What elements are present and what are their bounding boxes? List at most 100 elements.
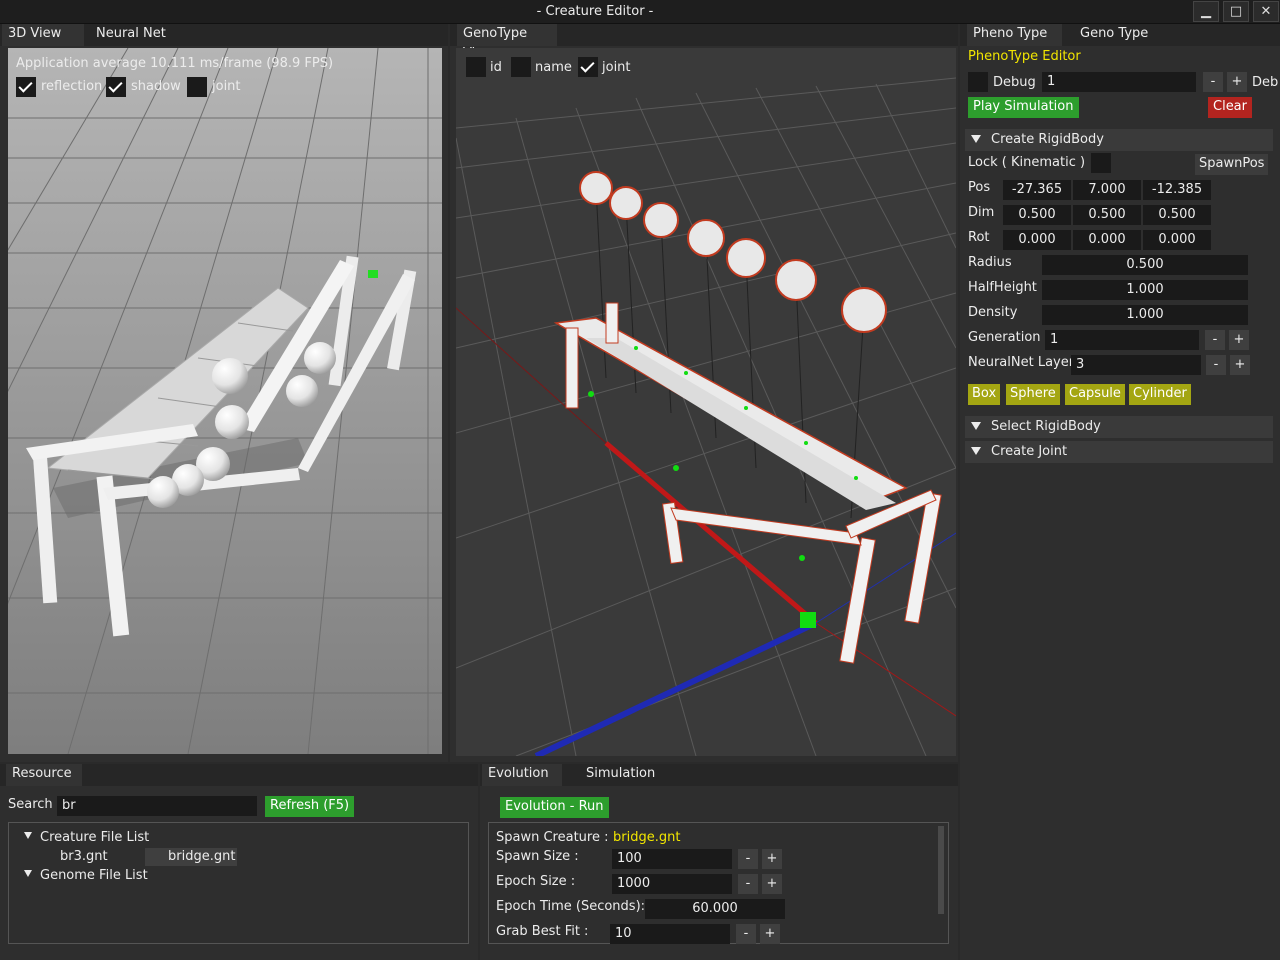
pos-z-input[interactable]: -12.385 xyxy=(1143,180,1211,200)
title-bar: - Creature Editor - ▁ □ ✕ xyxy=(0,0,1280,24)
close-button[interactable]: ✕ xyxy=(1253,1,1279,22)
tab-genotype-view[interactable]: GenoType View xyxy=(457,24,557,61)
rot-y-input[interactable]: 0.000 xyxy=(1073,230,1141,250)
genotype-spheres xyxy=(579,171,887,333)
spawn-size-decrement[interactable]: - xyxy=(738,849,758,869)
generation-increment[interactable]: + xyxy=(1229,330,1249,350)
view3d-panel: 3D View Neural Net Application average 1… xyxy=(0,24,448,762)
search-input[interactable]: br xyxy=(57,796,257,816)
neuralnet-layer-input[interactable]: 3 xyxy=(1071,355,1201,375)
expand-arrow-icon xyxy=(24,870,32,877)
collapse-arrow-icon xyxy=(971,134,981,143)
grab-best-fit-input[interactable]: 10 xyxy=(610,924,730,944)
expand-arrow-icon xyxy=(24,832,32,839)
file-item-bridge[interactable]: bridge.gnt xyxy=(145,848,237,866)
name-checkbox[interactable] xyxy=(511,57,531,77)
debug-decrement[interactable]: - xyxy=(1203,72,1223,92)
fps-text: Application average 10.111 ms/frame (98.… xyxy=(16,56,334,71)
create-rigidbody-header[interactable]: Create RigidBody xyxy=(965,129,1273,151)
pos-y-input[interactable]: 7.000 xyxy=(1073,180,1141,200)
genotype-joint-checkbox[interactable] xyxy=(578,57,598,77)
epoch-size-increment[interactable]: + xyxy=(762,874,782,894)
joint-checkbox[interactable] xyxy=(187,77,207,97)
debug-input[interactable]: 1 xyxy=(1042,72,1196,92)
density-label: Density xyxy=(968,305,1018,320)
minimize-button[interactable]: ▁ xyxy=(1193,1,1219,22)
box-button[interactable]: Box xyxy=(968,384,1001,405)
grab-best-fit-label: Grab Best Fit : xyxy=(496,924,589,939)
epoch-size-input[interactable]: 1000 xyxy=(612,874,732,894)
rot-label: Rot xyxy=(968,230,990,245)
window-title: - Creature Editor - xyxy=(536,4,654,19)
tab-simulation[interactable]: Simulation xyxy=(580,764,666,786)
dim-y-input[interactable]: 0.500 xyxy=(1073,205,1141,225)
generation-input[interactable]: 1 xyxy=(1045,330,1199,350)
phenotype-editor-heading: PhenoType Editor xyxy=(968,49,1081,64)
spawn-size-input[interactable]: 100 xyxy=(612,849,732,869)
grab-best-fit-decrement[interactable]: - xyxy=(736,924,756,944)
pos-x-input[interactable]: -27.365 xyxy=(1003,180,1071,200)
lock-kinematic-checkbox[interactable] xyxy=(1091,153,1111,173)
debug-increment[interactable]: + xyxy=(1227,72,1247,92)
origin-marker xyxy=(800,612,816,628)
select-rigidbody-header[interactable]: Select RigidBody xyxy=(965,416,1273,438)
tab-geno-type[interactable]: Geno Type xyxy=(1074,24,1169,46)
rot-z-input[interactable]: 0.000 xyxy=(1143,230,1211,250)
debug-checkbox[interactable] xyxy=(968,72,988,92)
cylinder-button[interactable]: Cylinder xyxy=(1129,384,1191,405)
grab-best-fit-increment[interactable]: + xyxy=(760,924,780,944)
pos-label: Pos xyxy=(968,180,991,195)
reflection-checkbox[interactable] xyxy=(16,77,36,97)
spawnpos-button[interactable]: SpawnPos xyxy=(1195,154,1269,175)
genome-file-list-node[interactable]: Genome File List xyxy=(24,868,148,883)
3d-viewport[interactable]: Application average 10.111 ms/frame (98.… xyxy=(8,48,442,754)
density-input[interactable]: 1.000 xyxy=(1042,305,1248,325)
collapse-arrow-icon xyxy=(971,446,981,455)
epoch-size-decrement[interactable]: - xyxy=(738,874,758,894)
tab-neural-net[interactable]: Neural Net xyxy=(90,24,178,46)
z-axis xyxy=(534,620,818,756)
evolution-run-button[interactable]: Evolution - Run xyxy=(500,797,609,818)
file-item-br3[interactable]: br3.gnt xyxy=(60,849,108,864)
scrollbar-thumb[interactable] xyxy=(938,826,944,914)
debug-truncated-label: Deb xyxy=(1252,75,1279,90)
spawn-creature-label: Spawn Creature : xyxy=(496,830,609,845)
phenotype-panel: Pheno Type Geno Type PhenoType Editor De… xyxy=(960,24,1280,960)
tab-evolution[interactable]: Evolution xyxy=(482,764,562,786)
create-joint-header[interactable]: Create Joint xyxy=(965,441,1273,463)
neuralnet-layer-label: NeuralNet Layer xyxy=(968,355,1075,370)
epoch-time-input[interactable]: 60.000 xyxy=(645,899,785,919)
shadow-checkbox[interactable] xyxy=(106,77,126,97)
genotype-joint-label: joint xyxy=(602,60,631,75)
generation-decrement[interactable]: - xyxy=(1205,330,1225,350)
reflection-label: reflection xyxy=(41,79,103,94)
search-label: Search xyxy=(8,797,53,812)
capsule-button[interactable]: Capsule xyxy=(1065,384,1125,405)
sphere-button[interactable]: Sphere xyxy=(1006,384,1060,405)
halfheight-label: HalfHeight xyxy=(968,280,1037,295)
shadow-label: shadow xyxy=(131,79,181,94)
genotype-panel: GenoType View xyxy=(450,24,958,762)
tab-3d-view[interactable]: 3D View xyxy=(2,24,84,46)
halfheight-input[interactable]: 1.000 xyxy=(1042,280,1248,300)
radius-input[interactable]: 0.500 xyxy=(1042,255,1248,275)
neuralnet-decrement[interactable]: - xyxy=(1206,355,1226,375)
neuralnet-increment[interactable]: + xyxy=(1230,355,1250,375)
genotype-viewport[interactable]: id name joint xyxy=(456,48,956,756)
tab-resource[interactable]: Resource xyxy=(6,764,82,786)
dim-x-input[interactable]: 0.500 xyxy=(1003,205,1071,225)
maximize-button[interactable]: □ xyxy=(1223,1,1249,22)
spawn-creature-value: bridge.gnt xyxy=(613,830,681,845)
spawn-size-increment[interactable]: + xyxy=(762,849,782,869)
creature-file-list-node[interactable]: Creature File List xyxy=(24,830,149,845)
dim-label: Dim xyxy=(968,205,995,220)
id-checkbox[interactable] xyxy=(466,57,486,77)
rot-x-input[interactable]: 0.000 xyxy=(1003,230,1071,250)
clear-button[interactable]: Clear xyxy=(1208,97,1252,118)
tab-pheno-type[interactable]: Pheno Type xyxy=(967,24,1062,46)
id-label: id xyxy=(490,60,502,75)
epoch-size-label: Epoch Size : xyxy=(496,874,576,889)
play-simulation-button[interactable]: Play Simulation xyxy=(968,97,1079,118)
refresh-button[interactable]: Refresh (F5) xyxy=(265,796,355,817)
dim-z-input[interactable]: 0.500 xyxy=(1143,205,1211,225)
